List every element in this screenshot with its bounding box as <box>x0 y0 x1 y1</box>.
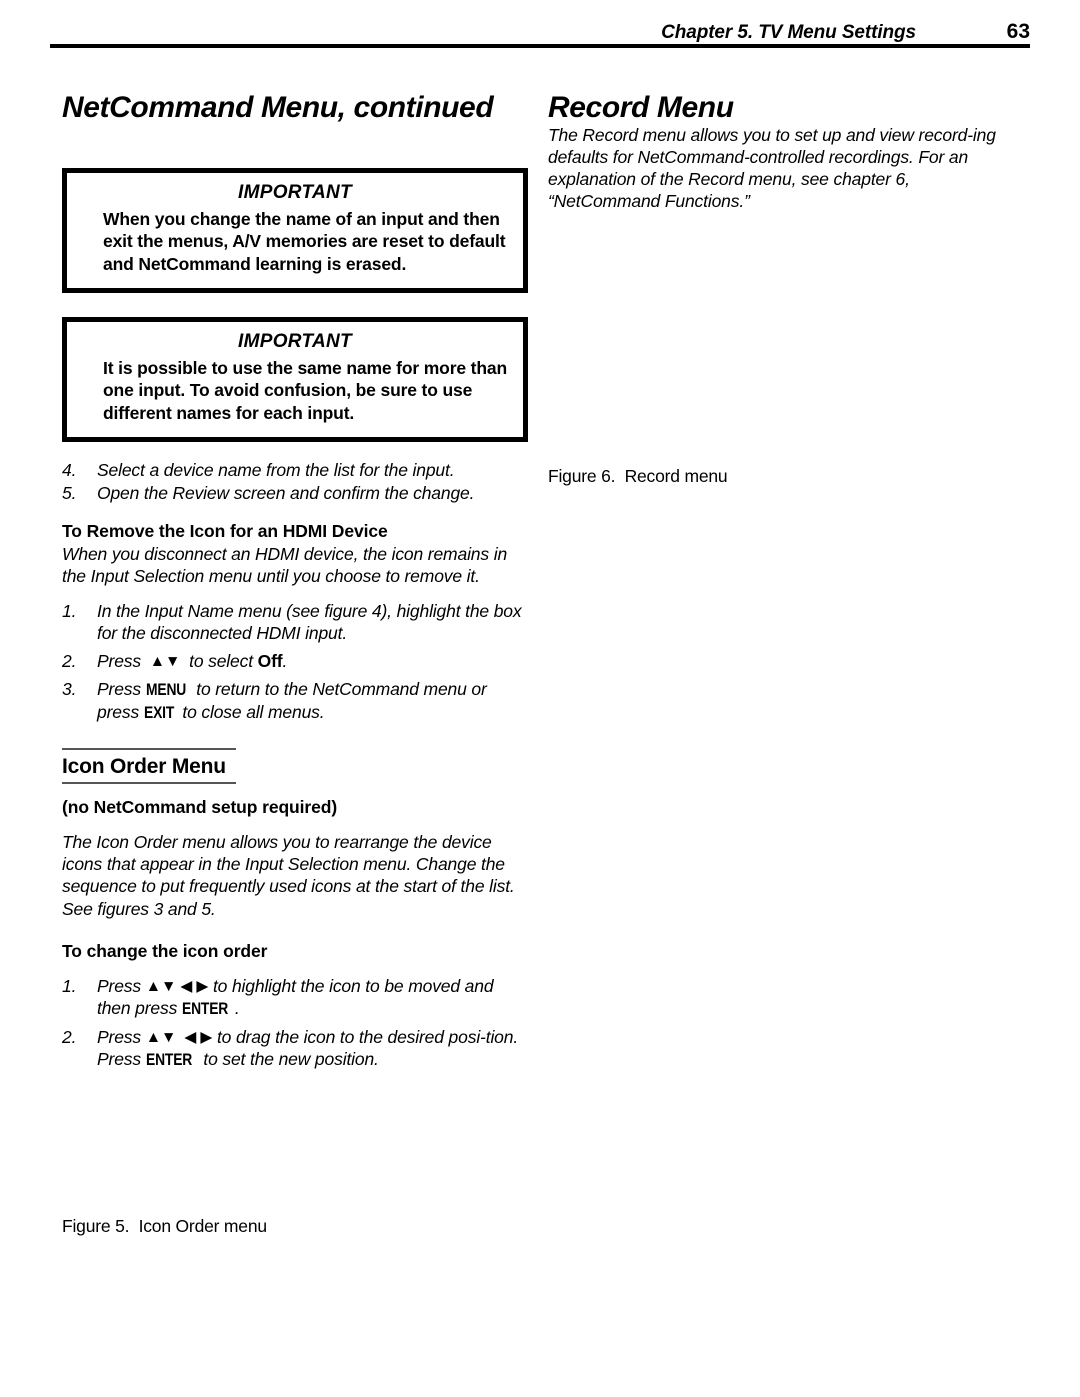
step-number: 4. <box>62 459 77 480</box>
important-notice-2: IMPORTANT It is possible to use the same… <box>62 316 528 442</box>
heading-rule-top <box>62 748 236 751</box>
left-column: NetCommand Menu, continued IMPORTANT Whe… <box>62 92 530 1071</box>
arrow-down-icon: ▼ <box>161 977 177 995</box>
step-text-fragment: Press <box>97 679 146 700</box>
list-item: 5. Open the Review screen and confirm th… <box>62 482 530 504</box>
page-title: NetCommand Menu, continued <box>62 91 494 124</box>
icon-order-intro: The Icon Order menu allows you to rearra… <box>62 831 515 919</box>
step-text: Open the Review screen and confirm the c… <box>97 483 475 504</box>
list-item: 4. Select a device name from the list fo… <box>62 459 530 481</box>
arrow-left-icon: ◀ <box>184 1028 197 1046</box>
arrow-group-up-down: ▲▼ <box>150 654 181 670</box>
step-number: 2. <box>62 1026 77 1047</box>
step-text: Select a device name from the list for t… <box>97 459 455 480</box>
arrow-right-icon: ▶ <box>200 1028 213 1046</box>
icon-order-menu-heading: Icon Order Menu <box>62 755 226 779</box>
figure-6-caption: Figure 6. Record menu <box>548 466 728 486</box>
arrow-group-up-down-left-right: ▲▼ ◀ ▶ <box>146 1030 213 1046</box>
step-text: Press ▲▼ ◀ ▶ to highlight the icon to be m… <box>97 975 494 1018</box>
step-text: In the Input Name menu (see figure 4), h… <box>97 600 522 643</box>
record-menu-heading: Record Menu <box>548 91 734 124</box>
arrow-up-icon: ▲ <box>145 977 162 995</box>
list-item: 2. Press ▲▼ to select Off. <box>62 650 530 672</box>
list-item: 1. In the Input Name menu (see figure 4)… <box>62 600 530 644</box>
step-number: 3. <box>62 679 77 700</box>
important-notice-1-title: IMPORTANT <box>238 181 352 203</box>
arrow-up-icon: ▲ <box>149 652 166 670</box>
step-number: 1. <box>62 600 77 621</box>
hdmi-section-intro: When you disconnect an HDMI device, the … <box>62 544 508 587</box>
document-page: Chapter 5. TV Menu Settings 63 NetComman… <box>0 0 1080 1397</box>
list-item: 3. Press MENU to return to the NetComman… <box>62 678 530 724</box>
step-text-fragment: . <box>234 997 240 1018</box>
step-text-fragment: Press <box>97 975 146 996</box>
step-text-fragment: to select <box>184 650 258 671</box>
step-text: Press ▲▼ to select Off. <box>97 651 287 671</box>
hdmi-steps-list: 1. In the Input Name menu (see figure 4)… <box>62 600 530 725</box>
page-number: 63 <box>1006 20 1030 43</box>
step-number: 5. <box>62 483 77 504</box>
step-text-fragment: to set the new position. <box>198 1048 379 1069</box>
arrow-down-icon: ▼ <box>165 652 181 670</box>
step-number: 2. <box>62 650 77 671</box>
list-item: 2. Press ▲▼ ◀ ▶ to drag the icon to the de… <box>62 1026 530 1071</box>
steps-continued-list: 4. Select a device name from the list fo… <box>62 459 530 504</box>
important-notice-1-body: When you change the name of an input and… <box>103 208 506 275</box>
important-notice-2-body: It is possible to use the same name for … <box>103 357 508 424</box>
arrow-left-icon: ◀ <box>180 977 193 995</box>
record-menu-intro: The Record menu allows you to set up and… <box>548 124 996 212</box>
list-item: 1. Press ▲▼ ◀ ▶ to highlight the icon to b… <box>62 975 530 1020</box>
enter-key-label: ENTER <box>181 999 229 1018</box>
arrow-up-icon: ▲ <box>145 1028 162 1046</box>
step-text: Press MENU to return to the NetCommand m… <box>97 679 487 722</box>
right-column: Record Menu The Record menu allows you t… <box>548 92 1016 213</box>
page-header: Chapter 5. TV Menu Settings 63 <box>50 14 1030 48</box>
icon-order-procedure-heading: To change the icon order <box>62 940 268 961</box>
figure-5-caption: Figure 5. Icon Order menu <box>62 1216 267 1236</box>
chapter-title: Chapter 5. TV Menu Settings <box>661 22 916 43</box>
step-text-fragment: Press <box>97 650 146 671</box>
arrow-right-icon: ▶ <box>196 977 209 995</box>
step-text-fragment: to close all menus. <box>177 702 325 723</box>
step-number: 1. <box>62 975 77 996</box>
menu-key-label: MENU <box>145 681 186 700</box>
icon-order-steps-list: 1. Press ▲▼ ◀ ▶ to highlight the icon to b… <box>62 975 530 1071</box>
step-text-fragment: . <box>282 650 288 671</box>
icon-order-subheading: (no NetCommand setup required) <box>62 797 338 818</box>
important-notice-1: IMPORTANT When you change the name of an… <box>62 167 528 293</box>
enter-key-label: ENTER <box>145 1050 192 1069</box>
step-text-fragment: Press <box>97 1026 146 1047</box>
off-value-label: Off <box>257 650 283 671</box>
exit-key-label: EXIT <box>143 704 174 723</box>
arrow-down-icon: ▼ <box>161 1028 177 1046</box>
hdmi-section-heading: To Remove the Icon for an HDMI Device <box>62 521 388 542</box>
arrow-group-up-down-left-right: ▲▼ ◀ ▶ <box>146 979 209 995</box>
important-notice-2-title: IMPORTANT <box>238 330 352 352</box>
step-text: Press ▲▼ ◀ ▶ to drag the icon to the desir… <box>97 1027 518 1069</box>
